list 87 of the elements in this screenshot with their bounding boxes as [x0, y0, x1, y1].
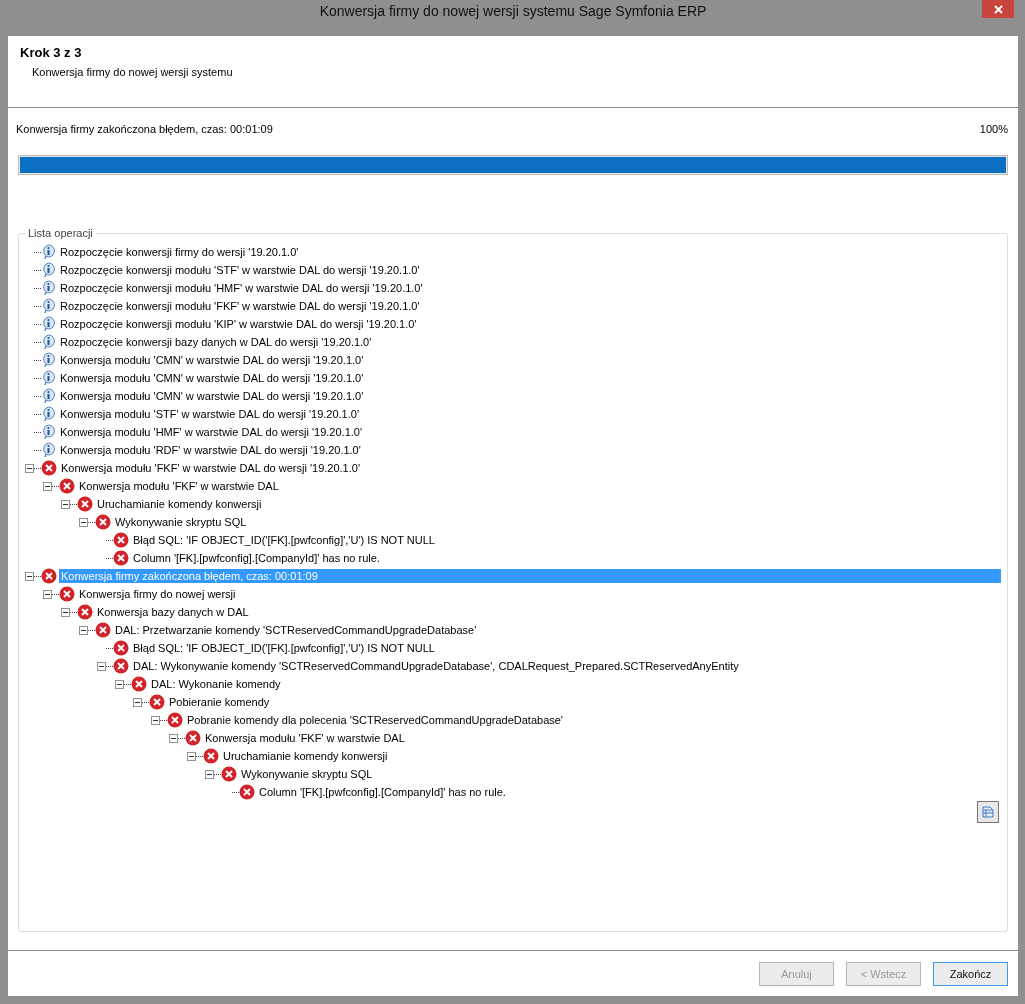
- tree-item[interactable]: Pobieranie komendy: [167, 695, 272, 709]
- tree-item[interactable]: DAL: Wykonywanie komendy 'SCTReservedCommandUpgradeDatabase', CDALRequest_Prepared.SCTReservedAnyEntity: [131, 659, 741, 673]
- progress-percent: 100%: [979, 123, 1008, 135]
- tree-item[interactable]: Rozpoczęcie konwersji modułu 'FKF' w warstwie DAL do wersji '19.20.1.0': [58, 299, 422, 313]
- info-icon: [41, 442, 56, 458]
- error-icon: [95, 622, 111, 638]
- tree-item[interactable]: Konwersja modułu 'HMF' w warstwie DAL do wersji '19.20.1.0': [58, 425, 365, 439]
- info-icon: [41, 316, 56, 332]
- collapse-toggle[interactable]: [25, 463, 34, 473]
- collapse-toggle[interactable]: [169, 733, 178, 743]
- error-icon: [41, 568, 57, 584]
- tree-item[interactable]: Column '[FK].[pwfconfig].[CompanyId]' has no rule.: [131, 551, 382, 565]
- tree-item[interactable]: Konwersja modułu 'RDF' w warstwie DAL do wersji '19.20.1.0': [58, 443, 363, 457]
- error-icon: [131, 676, 147, 692]
- tree-item[interactable]: Rozpoczęcie konwersji modułu 'KIP' w warstwie DAL do wersji '19.20.1.0': [58, 317, 419, 331]
- error-icon: [149, 694, 165, 710]
- list-icon: [982, 806, 994, 818]
- tree-item[interactable]: DAL: Przetwarzanie komendy 'SCTReservedCommandUpgradeDatabase': [113, 623, 479, 637]
- collapse-toggle[interactable]: [61, 499, 70, 509]
- tree-item[interactable]: Błąd SQL: 'IF OBJECT_ID('[FK].[pwfconfig]','U') IS NOT NULL: [131, 641, 437, 655]
- error-icon: [77, 496, 93, 512]
- step-title: Krok 3 z 3: [20, 45, 83, 60]
- error-icon: [41, 460, 57, 476]
- tree-item[interactable]: Uruchamianie komendy konwersji: [95, 497, 264, 511]
- collapse-toggle[interactable]: [97, 661, 106, 671]
- tree-item[interactable]: Konwersja modułu 'FKF' w warstwie DAL: [77, 479, 281, 493]
- collapse-toggle[interactable]: [43, 589, 52, 599]
- tree-item[interactable]: Wykonywanie skryptu SQL: [113, 515, 249, 529]
- info-icon: [41, 244, 56, 260]
- close-icon: [993, 4, 1003, 14]
- status-text: Konwersja firmy zakończona błędem, czas: 00:01:09: [16, 123, 273, 135]
- error-icon: [59, 586, 75, 602]
- error-icon: [113, 550, 129, 566]
- collapse-toggle[interactable]: [61, 607, 70, 617]
- collapse-toggle[interactable]: [151, 715, 160, 725]
- tree-item[interactable]: Pobranie komendy dla polecenia 'SCTReservedCommandUpgradeDatabase': [185, 713, 565, 727]
- tree-item[interactable]: Błąd SQL: 'IF OBJECT_ID('[FK].[pwfconfig]','U') IS NOT NULL: [131, 533, 437, 547]
- error-icon: [113, 658, 129, 674]
- tree-item[interactable]: Wykonywanie skryptu SQL: [239, 767, 375, 781]
- tree-item[interactable]: Konwersja firmy do nowej wersji: [77, 587, 238, 601]
- collapse-toggle[interactable]: [115, 679, 124, 689]
- tree-item[interactable]: Rozpoczęcie konwersji bazy danych w DAL do wersji '19.20.1.0': [58, 335, 374, 349]
- tree-item[interactable]: Konwersja modułu 'CMN' w warstwie DAL do wersji '19.20.1.0': [58, 371, 366, 385]
- tree-item[interactable]: Konwersja bazy danych w DAL: [95, 605, 251, 619]
- error-icon: [221, 766, 237, 782]
- info-icon: [41, 334, 56, 350]
- error-icon: [113, 640, 129, 656]
- collapse-toggle[interactable]: [133, 697, 142, 707]
- info-icon: [41, 298, 56, 314]
- collapse-toggle[interactable]: [43, 481, 52, 491]
- step-subtitle: Konwersja firmy do nowej wersji systemu: [32, 66, 234, 78]
- info-icon: [41, 352, 56, 368]
- tree-item[interactable]: Konwersja modułu 'FKF' w warstwie DAL do wersji '19.20.1.0': [59, 461, 362, 475]
- tree-item[interactable]: Konwersja modułu 'FKF' w warstwie DAL: [203, 731, 407, 745]
- error-icon: [239, 784, 255, 800]
- window-title: Konwersja firmy do nowej wersji systemu Sage Symfonia ERP: [319, 3, 707, 19]
- tree-item[interactable]: Konwersja modułu 'CMN' w warstwie DAL do wersji '19.20.1.0': [58, 389, 366, 403]
- collapse-toggle[interactable]: [79, 517, 88, 527]
- collapse-toggle[interactable]: [187, 751, 196, 761]
- error-icon: [95, 514, 111, 530]
- tree-item[interactable]: Konwersja modułu 'STF' w warstwie DAL do wersji '19.20.1.0': [58, 407, 361, 421]
- list-view-button[interactable]: [977, 801, 999, 823]
- collapse-toggle[interactable]: [79, 625, 88, 635]
- tree-item[interactable]: Konwersja modułu 'CMN' w warstwie DAL do wersji '19.20.1.0': [58, 353, 366, 367]
- tree-item[interactable]: Column '[FK].[pwfconfig].[CompanyId]' has no rule.: [257, 785, 508, 799]
- error-icon: [203, 748, 219, 764]
- error-icon: [59, 478, 75, 494]
- error-icon: [113, 532, 129, 548]
- group-title: Lista operacji: [27, 227, 94, 239]
- tree-item[interactable]: Rozpoczęcie konwersji firmy do wersji '19.20.1.0': [58, 245, 301, 259]
- close-button[interactable]: [982, 0, 1014, 18]
- info-icon: [41, 370, 56, 386]
- error-icon: [167, 712, 183, 728]
- tree-item[interactable]: Rozpoczęcie konwersji modułu 'HMF' w warstwie DAL do wersji '19.20.1.0': [58, 281, 425, 295]
- info-icon: [41, 388, 56, 404]
- info-icon: [41, 406, 56, 422]
- error-icon: [185, 730, 201, 746]
- info-icon: [41, 280, 56, 296]
- collapse-toggle[interactable]: [205, 769, 214, 779]
- tree-item[interactable]: Rozpoczęcie konwersji modułu 'STF' w warstwie DAL do wersji '19.20.1.0': [58, 263, 422, 277]
- info-icon: [41, 262, 56, 278]
- error-icon: [77, 604, 93, 620]
- collapse-toggle[interactable]: [25, 571, 34, 581]
- wizard-button[interactable]: Zakończ: [933, 962, 1008, 986]
- info-icon: [41, 424, 56, 440]
- tree-item[interactable]: DAL: Wykonanie komendy: [149, 677, 283, 691]
- tree-item[interactable]: Uruchamianie komendy konwersji: [221, 749, 390, 763]
